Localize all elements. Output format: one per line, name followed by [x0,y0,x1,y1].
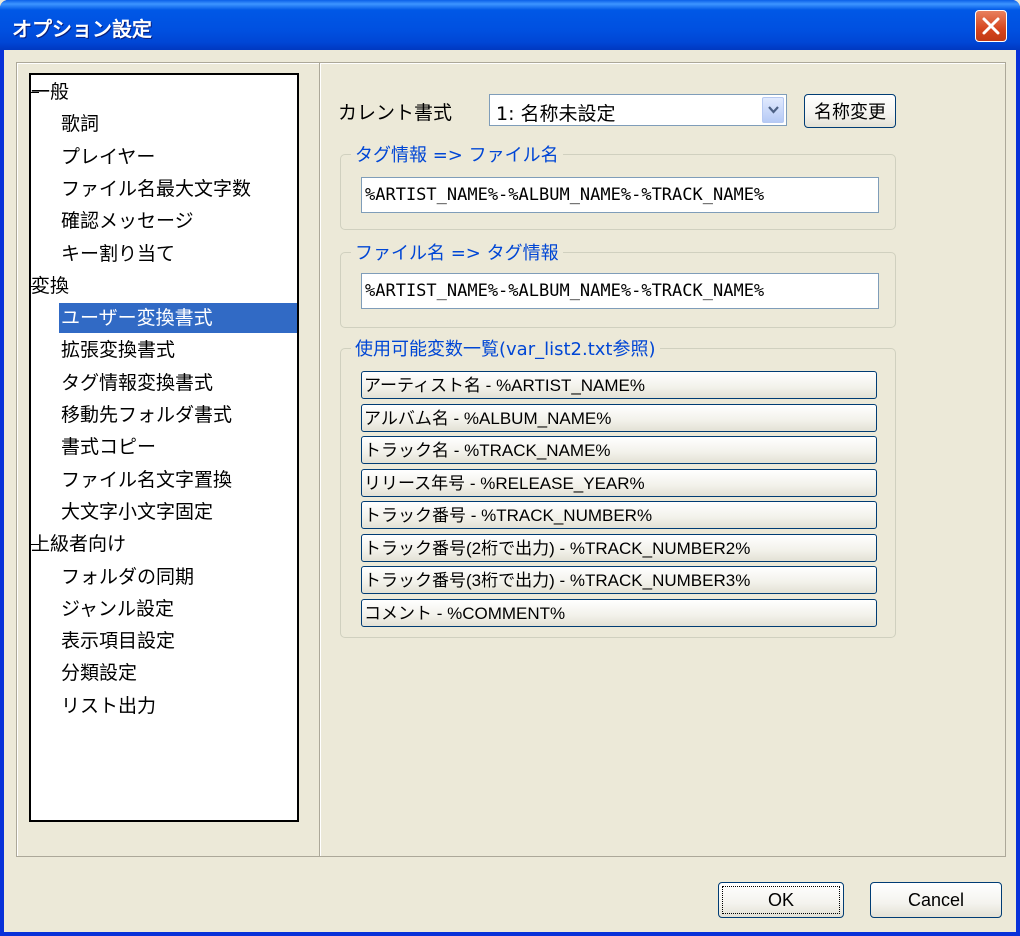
variable-button[interactable]: トラック番号 - %TRACK_NUMBER% [361,501,877,529]
dialog-client: 一般 歌詞 プレイヤー ファイル名最大文字数 確認メッセージ キー割り当て 変換 ユーザー変換… [4,50,1016,932]
current-format-label: カレント書式 [338,102,453,124]
filename-to-tag-input[interactable]: %ARTIST_NAME%-%ALBUM_NAME%-%TRACK_NAME% [361,273,879,309]
variable-button[interactable]: トラック番号(2桁で出力) - %TRACK_NUMBER2% [361,533,877,562]
current-format-value: 1: 名称未設定 [496,103,616,125]
tree-item[interactable]: 移動先フォルダ書式 [61,400,232,430]
variable-button[interactable]: トラック番号(3桁で出力) - %TRACK_NUMBER3% [361,566,877,594]
available-variables-group: 使用可能変数一覧(var_list2.txt参照) アーティスト名 - %ART… [340,335,896,638]
tree-item[interactable]: キー割り当て [61,239,175,269]
tag-to-filename-title: タグ情報 => ファイル名 [351,141,563,167]
tree-item[interactable]: フォルダの同期 [61,562,194,592]
dropdown-button[interactable] [762,97,784,123]
tree-item[interactable]: プレイヤー [61,142,155,172]
tree-item[interactable]: 分類設定 [61,658,137,688]
tree-item[interactable]: ファイル名最大文字数 [61,174,251,204]
tag-to-filename-input[interactable]: %ARTIST_NAME%-%ALBUM_NAME%-%TRACK_NAME% [361,177,879,213]
tree-item[interactable]: タグ情報変換書式 [61,368,213,398]
tree-item[interactable]: 書式コピー [61,432,156,462]
filename-to-tag-group: ファイル名 => タグ情報 %ARTIST_NAME%-%ALBUM_NAME%… [340,239,896,328]
tree-connector-line [31,544,39,546]
tree-connector-line [31,285,39,287]
tree-item[interactable]: 歌詞 [61,109,99,139]
focus-rect [722,886,840,914]
available-variables-title: 使用可能変数一覧(var_list2.txt参照) [351,335,660,361]
tree-item[interactable]: 大文字小文字固定 [61,497,213,527]
variable-button[interactable]: アルバム名 - %ALBUM_NAME% [361,403,877,432]
tree-item[interactable]: 拡張変換書式 [61,335,175,365]
category-tree[interactable]: 一般 歌詞 プレイヤー ファイル名最大文字数 確認メッセージ キー割り当て 変換 ユーザー変換… [29,73,299,822]
variable-button[interactable]: トラック名 - %TRACK_NAME% [361,436,877,464]
pane-divider [319,63,320,856]
tree-item[interactable]: リスト出力 [61,691,156,721]
title-bar[interactable]: オプション設定 [0,0,1020,50]
tree-item[interactable]: ファイル名文字置換 [61,465,232,495]
variable-button[interactable]: リリース年号 - %RELEASE_YEAR% [361,468,877,497]
cancel-button[interactable]: Cancel [870,882,1002,918]
window-title: オプション設定 [12,17,152,41]
tree-item[interactable]: ユーザー変換書式 [59,303,297,334]
rename-button[interactable]: 名称変更 [804,94,896,128]
tree-category[interactable]: 上級者向け [31,529,126,559]
tag-to-filename-group: タグ情報 => ファイル名 %ARTIST_NAME%-%ALBUM_NAME%… [340,141,896,230]
filename-to-tag-title: ファイル名 => タグ情報 [351,239,563,265]
tree-item[interactable]: 表示項目設定 [61,626,175,656]
variable-button[interactable]: アーティスト名 - %ARTIST_NAME% [361,371,877,399]
variable-button[interactable]: コメント - %COMMENT% [361,598,877,627]
tree-item[interactable]: 確認メッセージ [61,206,194,236]
tree-item[interactable]: ジャンル設定 [61,594,174,624]
ok-button[interactable]: OK [718,882,844,918]
options-dialog: オプション設定 一般 歌詞 プレイヤー ファイル名最大文字数 確認メッセージ キー割り当て… [0,0,1020,936]
current-format-select[interactable]: 1: 名称未設定 [489,94,787,126]
tree-connector-line [31,92,39,93]
close-button[interactable] [975,10,1007,42]
